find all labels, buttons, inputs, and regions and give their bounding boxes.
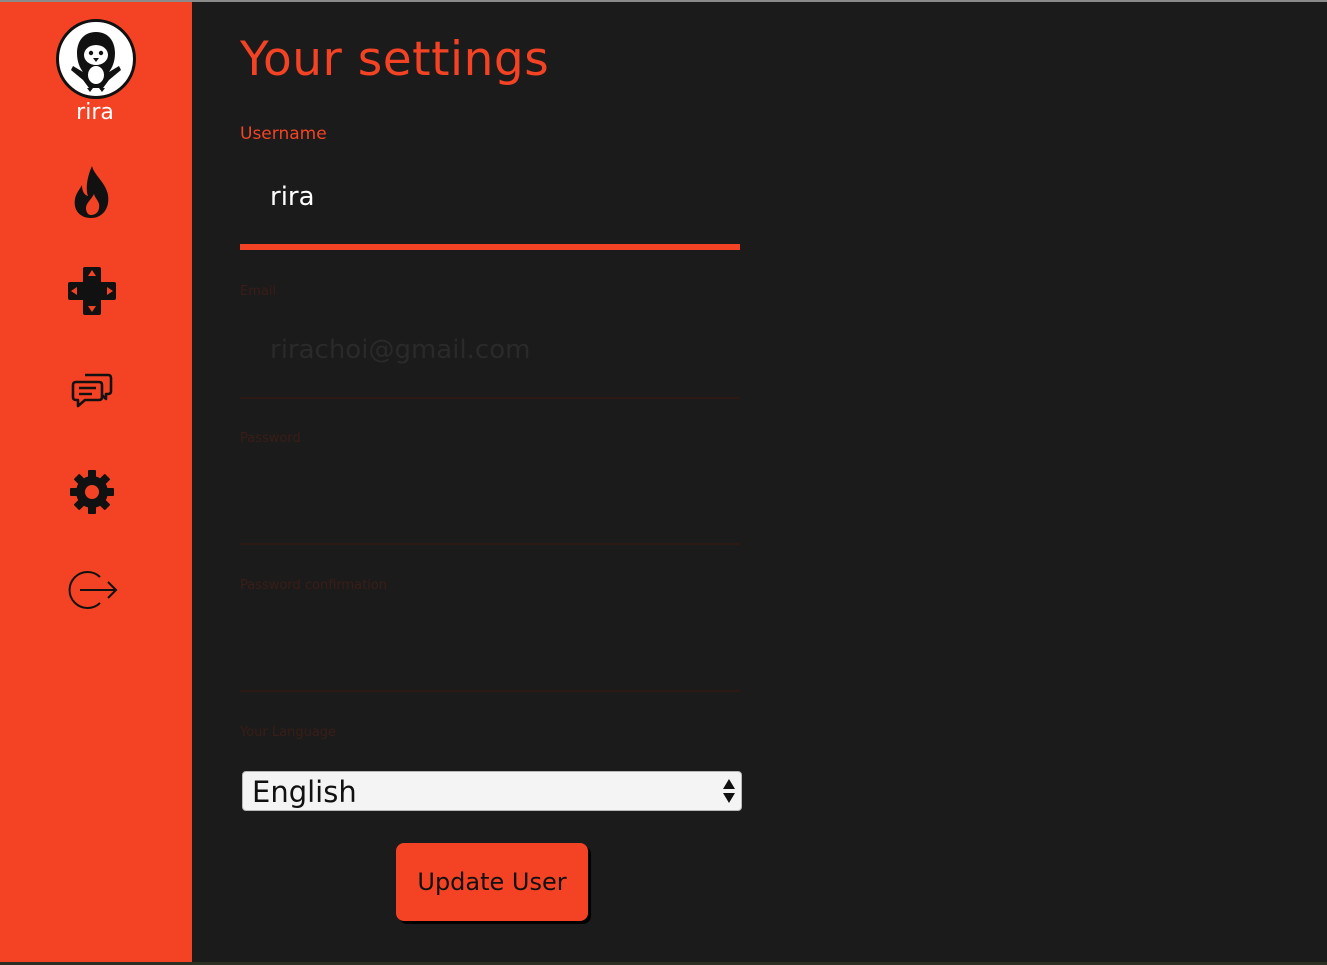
language-selected-value: English xyxy=(252,775,357,809)
email-field[interactable]: rirachoi@gmail.com xyxy=(240,330,740,370)
select-arrows-icon xyxy=(723,779,735,803)
nav-settings[interactable] xyxy=(62,462,122,522)
penguin-avatar-icon xyxy=(71,32,121,92)
sidebar: rira xyxy=(0,2,192,963)
email-underline xyxy=(240,397,740,399)
nav-logout[interactable] xyxy=(62,560,122,620)
password-field[interactable] xyxy=(240,477,740,517)
nav-games[interactable] xyxy=(62,261,122,321)
flame-icon xyxy=(74,166,109,218)
password-confirmation-field[interactable] xyxy=(240,624,740,664)
logout-icon xyxy=(68,571,118,609)
sidebar-username: rira xyxy=(76,100,114,125)
chat-bubbles-icon xyxy=(71,373,113,408)
email-value: rirachoi@gmail.com xyxy=(270,335,531,365)
password-label: Password xyxy=(240,431,301,446)
page-title: Your settings xyxy=(240,32,550,87)
dpad-icon xyxy=(68,267,116,315)
nav-chat[interactable] xyxy=(62,360,122,420)
language-label: Your Language xyxy=(240,725,337,740)
update-user-button[interactable]: Update User xyxy=(396,843,588,921)
app-window: rira Your settings Username rira Email r… xyxy=(0,0,1327,965)
nav-popular[interactable] xyxy=(62,162,122,222)
language-select[interactable]: English xyxy=(242,771,742,811)
username-underline xyxy=(240,244,740,250)
username-field[interactable]: rira xyxy=(240,177,740,217)
user-avatar[interactable] xyxy=(56,19,136,99)
password-underline xyxy=(240,543,740,545)
username-label: Username xyxy=(240,124,327,144)
password-confirmation-label: Password confirmation xyxy=(240,578,388,593)
gear-icon xyxy=(70,470,114,514)
username-value: rira xyxy=(270,182,315,212)
email-label: Email xyxy=(240,284,277,299)
password-confirmation-underline xyxy=(240,690,740,692)
